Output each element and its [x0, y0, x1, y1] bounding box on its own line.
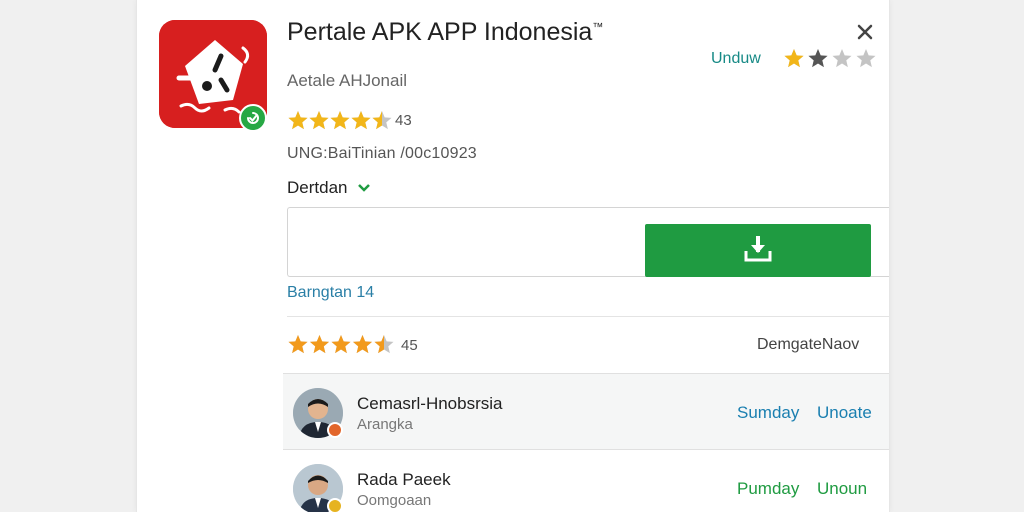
- download-tray-icon: [742, 233, 774, 268]
- star-icon: [352, 335, 373, 354]
- star-icon: [288, 111, 308, 130]
- star-icon: [288, 335, 308, 354]
- review-action-secondary[interactable]: Unoun: [817, 479, 867, 499]
- star-icon: [309, 335, 330, 354]
- app-title-text: Pertale APK APP Indonesia: [287, 18, 593, 46]
- app-title: Pertale APK APP Indonesia™: [287, 18, 603, 47]
- star-icon: [330, 111, 350, 130]
- section-dropdown-label: Dertdan: [287, 178, 348, 197]
- review-star-rating: [287, 334, 395, 361]
- avatar-badge: [327, 498, 343, 512]
- verified-check-icon: [239, 104, 267, 132]
- header-star-rating[interactable]: [783, 48, 883, 75]
- barngtan-link[interactable]: Barngtan 14: [287, 284, 374, 302]
- close-icon[interactable]: [853, 20, 877, 44]
- reviewer-name: Rada Paeek: [357, 470, 451, 489]
- review-item: Rada Paeek Oomgoaan Pumday Unoun: [283, 449, 889, 512]
- reviewer-subtitle: Oomgoaan: [357, 492, 432, 509]
- star-icon: [309, 111, 329, 130]
- rating-count: 43: [395, 112, 412, 129]
- review-action-secondary[interactable]: Unoate: [817, 403, 872, 423]
- star-empty-icon: [856, 49, 876, 68]
- review-action-primary[interactable]: Pumday: [737, 479, 799, 499]
- version-info: UNG:BaiTinian /00c10923: [287, 145, 477, 162]
- review-list: Cemasrl-Hnobsrsia Arangka Sumday Unoate …: [283, 373, 889, 512]
- app-rating-stars: [287, 110, 393, 132]
- download-button[interactable]: [645, 224, 871, 277]
- review-count: 45: [401, 337, 418, 354]
- trademark-mark: ™: [592, 21, 604, 34]
- star-icon: [331, 335, 351, 354]
- star-icon: [808, 49, 828, 68]
- reviewer-subtitle: Arangka: [357, 416, 413, 433]
- star-icon: [351, 111, 371, 130]
- app-detail-card: Pertale APK APP Indonesia™ Unduw Aetale …: [136, 0, 890, 512]
- sort-dropdown[interactable]: DemgateNaov: [757, 336, 859, 354]
- section-divider: [287, 316, 889, 317]
- section-dropdown[interactable]: Dertdan: [287, 178, 371, 198]
- avatar-badge: [327, 422, 343, 438]
- developer-name[interactable]: Aetale AHJonail: [287, 71, 407, 91]
- review-item: Cemasrl-Hnobsrsia Arangka Sumday Unoate: [283, 373, 889, 449]
- star-empty-icon: [832, 49, 852, 68]
- reviewer-name: Cemasrl-Hnobsrsia: [357, 394, 503, 413]
- review-action-primary[interactable]: Sumday: [737, 403, 799, 423]
- star-icon: [784, 49, 804, 68]
- download-input[interactable]: [287, 207, 647, 277]
- chevron-down-icon: [357, 178, 371, 198]
- unduh-link[interactable]: Unduw: [711, 50, 761, 68]
